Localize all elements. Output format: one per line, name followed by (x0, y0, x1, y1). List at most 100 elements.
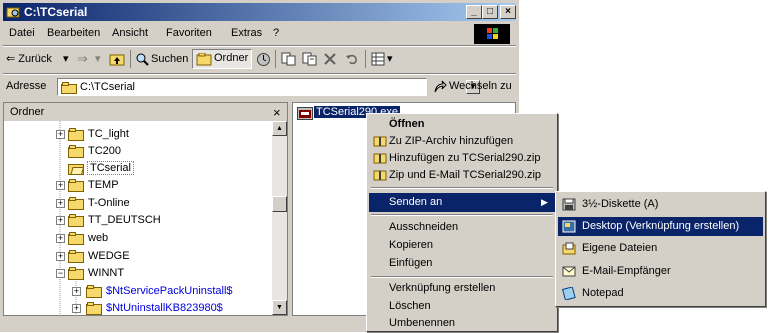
move-to-icon[interactable] (281, 52, 297, 66)
menu-extras[interactable]: Extras (231, 27, 262, 39)
folder-icon (68, 197, 84, 210)
forward-dropdown[interactable]: ▾ (95, 50, 101, 68)
tree-item-winnt[interactable]: − WINNT (4, 266, 272, 282)
menu-datei[interactable]: Datei (9, 27, 35, 39)
menu-item-rename[interactable]: Umbenennen (369, 314, 555, 333)
expand-toggle[interactable]: + (56, 181, 65, 190)
folder-icon (68, 145, 84, 158)
menu-help[interactable]: ? (273, 27, 279, 39)
tree-item-tcserial[interactable]: TCserial (4, 161, 272, 177)
tree-item-label: TCserial (87, 161, 134, 175)
toolbar-divider (130, 50, 131, 68)
folders-label: Ordner (214, 52, 249, 64)
folder-icon (86, 302, 102, 315)
back-button[interactable]: ⇐ Zurück (6, 50, 52, 68)
expand-toggle[interactable]: + (56, 252, 65, 261)
folders-scrollbar[interactable]: ▲ ▼ (272, 121, 287, 315)
tree-item-ntservicepackuninstall[interactable]: + $NtServicePackUninstall$ (4, 284, 272, 300)
expand-toggle[interactable]: + (56, 234, 65, 243)
submenu-arrow-icon: ▶ (541, 197, 548, 207)
scroll-up-button[interactable]: ▲ (272, 121, 287, 136)
menu-item-label: Kopieren (389, 239, 434, 251)
menu-bar: Datei Bearbeiten Ansicht Favoriten Extra… (3, 24, 516, 44)
menu-ansicht[interactable]: Ansicht (112, 27, 148, 39)
menu-item-label: Desktop (Verknüpfung erstellen) (582, 220, 740, 232)
scroll-thumb[interactable] (272, 196, 287, 212)
tree-item-temp[interactable]: + TEMP (4, 178, 272, 194)
send-to-item-desktop[interactable]: Desktop (Verknüpfung erstellen) (558, 217, 763, 236)
collapse-toggle[interactable]: − (56, 269, 65, 278)
expand-toggle[interactable]: + (56, 216, 65, 225)
menu-item-send-to[interactable]: Senden an ▶ (369, 193, 555, 212)
title-bar[interactable]: C:\TCserial _ □ × (3, 3, 516, 21)
open-folder-icon (68, 164, 84, 175)
menu-item-cut[interactable]: Ausschneiden (369, 218, 555, 237)
context-menu: Öffnen Zu ZIP-Archiv hinzufügen Hinzufüg… (366, 113, 558, 332)
menu-separator (371, 276, 553, 278)
minimize-button[interactable]: _ (466, 5, 482, 19)
menu-item-create-shortcut[interactable]: Verknüpfung erstellen (369, 279, 555, 298)
send-to-item-my-documents[interactable]: Eigene Dateien (558, 239, 763, 258)
tree-item-label: $NtUninstallKB823980$ (106, 302, 223, 314)
folders-icon (196, 53, 212, 66)
tree-item-web[interactable]: + web (4, 231, 272, 247)
folder-tree: + TC_light TC200 TCserial + TEMP + T-Onl… (4, 121, 272, 315)
copy-to-icon[interactable] (302, 52, 318, 66)
folders-toggle-button[interactable]: Ordner (192, 49, 252, 69)
folder-icon (68, 179, 84, 192)
folders-pane-title: Ordner (10, 106, 45, 118)
menu-item-zip-email[interactable]: Zip und E-Mail TCSerial290.zip (369, 166, 555, 185)
folder-icon (68, 267, 84, 280)
expand-toggle[interactable]: + (56, 130, 65, 139)
back-dropdown[interactable]: ▾ (63, 50, 69, 68)
menu-item-paste[interactable]: Einfügen (369, 254, 555, 273)
expand-toggle[interactable]: + (56, 199, 65, 208)
exe-file-icon (297, 107, 313, 120)
tree-item-tt-deutsch[interactable]: + TT_DEUTSCH (4, 213, 272, 229)
menu-item-label: Einfügen (389, 257, 433, 269)
tree-item-t-online[interactable]: + T-Online (4, 196, 272, 212)
send-to-item-mail[interactable]: E-Mail-Empfänger (558, 262, 763, 281)
history-icon[interactable] (256, 52, 271, 67)
forward-button[interactable]: ⇒ (77, 50, 88, 68)
tree-item-label: WINNT (88, 267, 125, 279)
views-icon[interactable] (371, 52, 385, 66)
tree-item-tc200[interactable]: TC200 (4, 144, 272, 160)
expand-toggle[interactable]: + (72, 304, 81, 313)
folders-pane-close-button[interactable]: × (273, 105, 281, 120)
address-input[interactable]: C:\TCserial ▼ (57, 78, 480, 96)
views-dropdown[interactable]: ▾ (387, 50, 393, 68)
tree-item-wedge[interactable]: + WEDGE (4, 249, 272, 265)
menu-item-label: Senden an (389, 196, 443, 208)
my-documents-icon (562, 242, 576, 255)
menu-item-label: Verknüpfung erstellen (389, 282, 496, 294)
menu-item-copy[interactable]: Kopieren (369, 236, 555, 255)
folder-icon (68, 128, 84, 141)
send-to-item-notepad[interactable]: Notepad (558, 284, 763, 303)
tree-item-tc-light[interactable]: + TC_light (4, 127, 272, 143)
undo-icon[interactable] (344, 52, 360, 66)
menu-item-label: Zip und E-Mail TCSerial290.zip (389, 169, 542, 181)
folder-icon (68, 232, 84, 245)
send-to-item-floppy[interactable]: 3½-Diskette (A) (558, 195, 763, 214)
search-button[interactable]: Suchen (151, 50, 188, 68)
delete-icon[interactable] (323, 52, 337, 66)
tree-item-label: $NtServicePackUninstall$ (106, 285, 233, 297)
scroll-down-button[interactable]: ▼ (272, 300, 287, 315)
toolbar: ⇐ Zurück ▾ ⇒ ▾ Suchen Ordner ▾ (3, 47, 516, 71)
close-button[interactable]: × (500, 5, 516, 19)
notepad-icon (562, 287, 576, 300)
floppy-icon (562, 198, 576, 211)
expand-toggle[interactable]: + (72, 287, 81, 296)
maximize-button[interactable]: □ (482, 5, 498, 19)
go-button[interactable]: Wechseln zu (449, 80, 512, 92)
menu-favoriten[interactable]: Favoriten (166, 27, 212, 39)
tree-item-ntuninstallkb823980[interactable]: + $NtUninstallKB823980$ (4, 301, 272, 315)
menu-bearbeiten[interactable]: Bearbeiten (47, 27, 100, 39)
winzip-icon (373, 136, 387, 147)
tree-item-label: TC200 (88, 145, 122, 157)
menu-item-label: Notepad (582, 287, 624, 299)
tree-item-label: TT_DEUTSCH (88, 214, 161, 226)
up-folder-icon[interactable] (109, 52, 125, 66)
menu-item-label: Umbenennen (389, 317, 456, 329)
